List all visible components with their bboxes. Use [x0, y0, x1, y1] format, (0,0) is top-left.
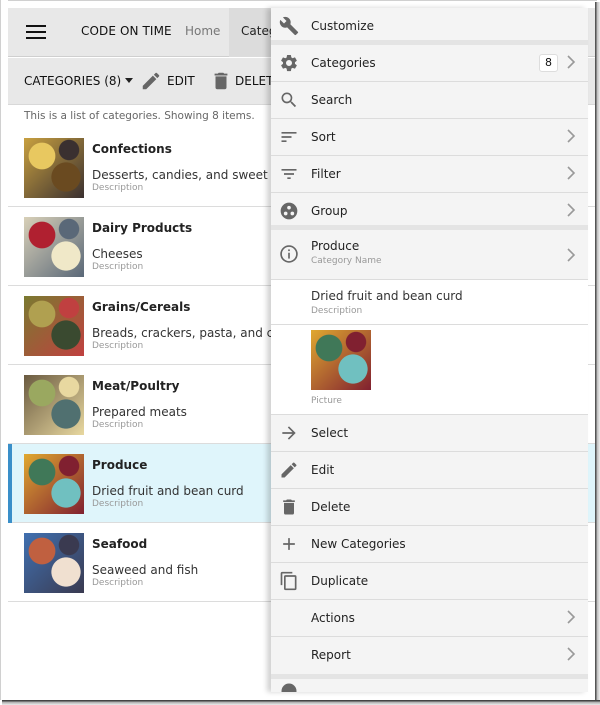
menu-item-label: Search	[311, 93, 353, 107]
item-title: Grains/Cereals	[92, 300, 191, 314]
nav-home[interactable]: Home	[185, 24, 220, 38]
category-picture	[24, 375, 84, 435]
field-label: Picture	[311, 396, 342, 406]
menu-item-edit[interactable]: Edit	[271, 452, 588, 489]
partial-icon	[281, 683, 297, 692]
caret-down-icon	[125, 78, 134, 83]
category-picture	[24, 217, 84, 277]
menu-item-filter[interactable]: Filter	[271, 156, 588, 193]
category-picture	[24, 454, 84, 514]
item-title: Dairy Products	[92, 221, 193, 235]
frame-border	[0, 0, 597, 1]
wrench-icon	[279, 16, 299, 36]
menu-item-label: Delete	[311, 500, 351, 514]
menu-item-new[interactable]: New Categories	[271, 526, 588, 563]
menu-item-duplicate[interactable]: Duplicate	[271, 563, 588, 600]
menu-item-label: Actions	[311, 611, 355, 625]
item-title: Produce	[92, 458, 148, 472]
pencil-icon	[142, 72, 160, 90]
field-description: Dried fruit and bean curd Description	[271, 280, 588, 325]
view-selector[interactable]: CATEGORIES (8)	[24, 74, 134, 88]
item-description: Seaweed and fish	[92, 563, 199, 577]
menu-item-label: Edit	[311, 463, 335, 477]
item-title: Confections	[92, 142, 172, 156]
menu-item-report[interactable]: Report	[271, 637, 588, 674]
chevron-right-icon	[567, 129, 576, 143]
field-label: Description	[311, 306, 363, 316]
context-panel: Customize Categories 8 Search Sort Filte…	[271, 8, 588, 692]
menu-item-label: Sort	[311, 130, 336, 144]
menu-item-customize[interactable]: Customize	[271, 8, 588, 45]
item-description-label: Description	[92, 341, 144, 351]
item-title: Seafood	[92, 537, 148, 551]
item-description: Prepared meats	[92, 405, 187, 419]
item-description-label: Description	[92, 183, 144, 193]
menu-item-label: New Categories	[311, 537, 406, 551]
edit-label: EDIT	[167, 74, 195, 88]
group-icon	[280, 202, 298, 220]
item-description-label: Description	[92, 578, 144, 588]
info-icon	[280, 245, 298, 263]
chevron-right-icon	[567, 248, 576, 262]
category-picture	[24, 296, 84, 356]
category-picture	[24, 138, 84, 198]
arrow-right-icon	[282, 426, 296, 440]
chevron-right-icon	[567, 203, 576, 217]
menu-item-actions[interactable]: Actions	[271, 600, 588, 637]
sort-icon	[281, 132, 297, 142]
window-frame: CODE ON TIME Home Categories CATEGORIES …	[0, 0, 600, 705]
menu-item-delete[interactable]: Delete	[271, 489, 588, 526]
item-title: Meat/Poultry	[92, 379, 180, 393]
item-description-label: Description	[92, 420, 144, 430]
menu-item-partial[interactable]	[271, 674, 588, 692]
chevron-right-icon	[567, 166, 576, 180]
record-title: Produce	[311, 239, 360, 253]
menu-item-sort[interactable]: Sort	[271, 119, 588, 156]
menu-item-label: Duplicate	[311, 574, 369, 588]
hamburger-icon[interactable]	[26, 25, 46, 39]
count-badge: 8	[539, 54, 558, 72]
menu-item-label: Filter	[311, 167, 341, 181]
frame-shadow	[2, 700, 600, 705]
chevron-right-icon	[567, 55, 576, 69]
item-description: Dried fruit and bean curd	[92, 484, 244, 498]
item-description: Cheeses	[92, 247, 143, 261]
menu-item-categories[interactable]: Categories 8	[271, 45, 588, 82]
trash-icon	[283, 499, 295, 515]
picture-image[interactable]	[311, 330, 371, 390]
menu-item-label: Categories	[311, 56, 376, 70]
item-description-label: Description	[92, 262, 144, 272]
menu-item-select[interactable]: Select	[271, 415, 588, 452]
menu-item-label: Select	[311, 426, 349, 440]
search-icon	[281, 92, 297, 108]
menu-item-label: Customize	[311, 19, 374, 33]
menu-item-record[interactable]: Produce Category Name	[271, 230, 588, 280]
frame-shadow	[595, 2, 600, 705]
chevron-right-icon	[567, 647, 576, 661]
record-subtitle: Category Name	[311, 256, 382, 266]
frame-border	[0, 0, 8, 700]
field-picture: Picture	[271, 325, 588, 415]
menu-item-label: Group	[311, 204, 348, 218]
filter-icon	[281, 169, 297, 179]
menu-item-search[interactable]: Search	[271, 82, 588, 119]
brand-logo[interactable]: CODE ON TIME	[81, 24, 172, 38]
plus-icon	[283, 538, 295, 550]
pencil-icon	[281, 462, 297, 478]
item-description-label: Description	[92, 499, 144, 509]
list-summary: This is a list of categories. Showing 8 …	[24, 110, 255, 122]
menu-item-label: Report	[311, 648, 351, 662]
copy-icon	[280, 571, 297, 591]
menu-item-group[interactable]: Group	[271, 193, 588, 230]
trash-icon	[214, 72, 228, 90]
field-value: Dried fruit and bean curd	[311, 289, 463, 303]
chevron-right-icon	[567, 610, 576, 624]
category-picture	[24, 533, 84, 593]
gear-icon	[281, 54, 297, 72]
view-selector-label: CATEGORIES (8)	[24, 74, 122, 88]
